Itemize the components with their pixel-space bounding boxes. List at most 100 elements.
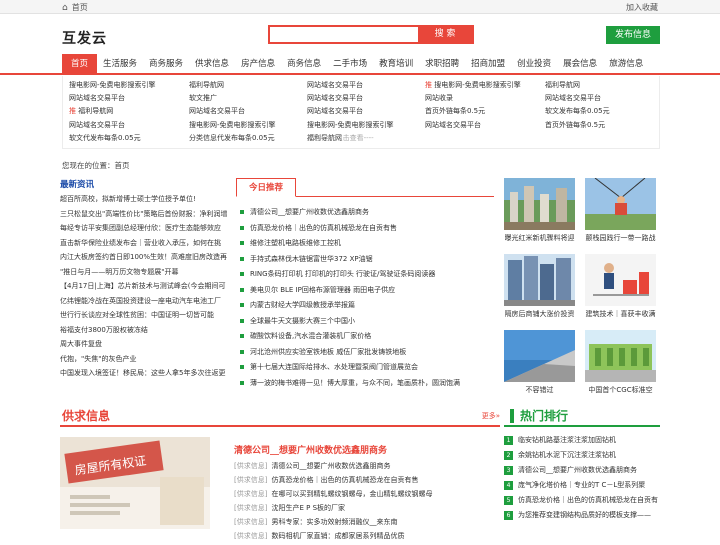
recommend-item[interactable]: 仿真恐龙价格｜出色的仿真机械恐龙在自贡有售 [236,223,494,239]
news-item[interactable]: 直击新华保险业绩发布会｜营业收入承压，如何在挑 [60,236,230,251]
hot-item[interactable]: 2 余姚钻机水泥下沉注浆注浆钻机 [504,450,660,465]
gallery-item[interactable]: 颤栈园践行一带一路战 [585,178,656,243]
recommend-item[interactable]: 薄一波的梅书难得一见！博大厚重，与众不同，笔画质朴，圆润饱满 [236,378,494,394]
gallery-item[interactable]: 中国首个CGC标准空 [585,330,656,395]
supply-item[interactable]: [供求信息] 在哪可以买到精轧螺纹钢螺母，金山精轧螺纹钢螺母 [234,489,500,503]
news-item[interactable]: 三只松鼠交出"高端性价比"策略后首份财报：净利润增 [60,207,230,222]
nav-item[interactable]: 招商加盟 [465,54,511,75]
news-item[interactable]: 亿纬锂能冷战在英国投资建设一座电动汽车电池工厂 [60,294,230,309]
ad-link[interactable]: 网站域名交易平台 [307,80,363,90]
search-box: 搜 索 [268,25,474,44]
gallery-item[interactable]: 建筑技术｜喜获丰收满 [585,254,656,319]
header: 互发云 搜 索 发布信息 [0,14,720,54]
today-recommend: 今日推荐 清德公司__想要广州收数优选鑫朋商务 仿真恐龙价格｜出色的仿真机械恐龙在… [236,178,494,388]
recommend-item[interactable]: RING条码打印机 打印机的打印头 行驶证/驾驶证条码阅读器 [236,269,494,285]
nav-item[interactable]: 房产信息 [235,54,281,75]
ad-link[interactable]: 搜电影网-免费电影搜索引擎 [189,120,276,130]
news-item[interactable]: 周大事件复盘 [60,337,230,352]
hot-item[interactable]: 6 为您推荐变建钢结构品质好的模板支撑—— [504,510,660,525]
ad-link[interactable]: 首页外链每条0.5元 [545,120,605,130]
tab-today-recommend[interactable]: 今日推荐 [236,178,296,197]
news-item[interactable]: 中国发现入境签证！移民局：这些人拿5年多次往返更 [60,366,230,381]
bullet-icon [240,365,244,369]
recommend-item[interactable]: 内蒙古财经大学四级教授承举报篇 [236,300,494,316]
news-item[interactable]: 超百所高校，拟新增博士硕士学位授予单位! [60,192,230,207]
supply-photo[interactable]: 房屋所有权证 [60,437,210,529]
nav-item[interactable]: 商务服务 [143,54,189,75]
home-link[interactable]: ⌂ 首页 [62,2,88,13]
recommend-item[interactable]: 清德公司__想要广州收数优选鑫朋商务 [236,207,494,223]
rank-number: 6 [504,511,513,520]
recommend-item[interactable]: 维修注塑机电路板维修工控机 [236,238,494,254]
gallery-item[interactable]: 隔房后商铺大涨价投资 [504,254,575,319]
ad-link[interactable]: 网站域名交易平台 [69,120,125,130]
recommend-item[interactable]: 第十七届大连国际给排水、水处理暨泵阀门管道展览会 [236,362,494,378]
publish-button[interactable]: 发布信息 [606,26,660,44]
nav-item[interactable]: 旅游信息 [603,54,649,75]
hot-item[interactable]: 4 庞气净化塔价格｜专业的T C－L型系列聚 [504,480,660,495]
news-item[interactable]: 内江大板房签约首日即100%生效！高难度旧房改造再 [60,250,230,265]
supply-item[interactable]: [供求信息] 清德公司__想要广州收数优选鑫朋商务 [234,461,500,475]
add-favorite-link[interactable]: 加入收藏 [626,2,658,13]
recommend-item[interactable]: 手持式森林伐木链锯富世华372 XP油锯 [236,254,494,270]
ad-link[interactable]: 网站域名交易平台 [425,120,481,130]
news-item[interactable]: 代抱，"失焦"的灰色产业 [60,352,230,367]
gallery-item[interactable]: 不容错过 [504,330,575,395]
ad-link[interactable]: 软文推广 [189,93,217,103]
hot-item[interactable]: 1 临安钻机路基注浆注浆加固钻机 [504,435,660,450]
more-link[interactable]: 更多» [482,411,500,421]
news-item[interactable]: 裕福支付3800万股权被冻结 [60,323,230,338]
ad-link[interactable]: 软文发布每条0.05元 [545,106,610,116]
ad-link[interactable]: 软文代发布每条0.05元 [69,133,141,143]
news-item[interactable]: 每经专访平安集团副总经理付欣：医疗生态能够效应 [60,221,230,236]
search-input[interactable] [270,27,420,42]
hot-item[interactable]: 5 仿真恐龙价格｜出色的仿真机械恐龙在自贡有 [504,495,660,510]
ad-link[interactable]: 首页外链每条0.5元 [425,106,485,116]
ad-link[interactable]: 网站域名交易平台 [307,106,363,116]
ad-link[interactable]: 网站域名交易平台 [545,93,601,103]
recommend-item[interactable]: 美电贝尔 BLE IP回格布源管理器 雨田电子供应 [236,285,494,301]
category-tag: [供求信息] [234,532,268,540]
hot-item[interactable]: 3 清德公司__想要广州收数优选鑫朋商务 [504,465,660,480]
ad-link[interactable]: 网站收录 [425,93,453,103]
gallery-item[interactable]: 曝光红米新机骤料将迎 [504,178,575,243]
nav-item[interactable]: 供求信息 [189,54,235,75]
ad-link[interactable]: 网站域名交易平台 [189,106,245,116]
supply-item[interactable]: [供求信息] 数码相机厂家直销：成都家居系列精品优质 [234,531,500,545]
nav-item[interactable]: 教育培训 [373,54,419,75]
ad-link[interactable]: 推 福利导航网 [69,106,113,116]
bullet-icon [240,318,244,323]
nav-item[interactable]: 商务信息 [281,54,327,75]
ad-link[interactable]: 推 搜电影网-免费电影搜索引擎 [425,80,521,90]
news-item[interactable]: 【4月17日|上海】芯片新技术与测试峰会(今会期间可 [60,279,230,294]
category-tag: [供求信息] [234,476,268,484]
supply-item[interactable]: [供求信息] 沈阳生产E P S板的厂家 [234,503,500,517]
nav-item[interactable]: 二手市场 [327,54,373,75]
bullet-icon [240,241,244,245]
ad-link[interactable]: 网站域名交易平台 [69,93,125,103]
news-item[interactable]: 世行行长谈应对全球性贫困：中国证明一切皆可能 [60,308,230,323]
site-logo[interactable]: 互发云 [62,28,107,48]
nav-item[interactable]: 创业投资 [511,54,557,75]
ad-link[interactable]: 搜电影网-免费电影搜索引擎 [307,120,394,130]
news-item[interactable]: "推日与月——明万历文物专题展"开幕 [60,265,230,280]
nav-item[interactable]: 首页 [62,54,98,75]
ad-link[interactable]: 福利导航网 [189,80,224,90]
nav-item[interactable]: 生活服务 [97,54,143,75]
nav-item[interactable]: 求职招聘 [419,54,465,75]
recommend-item[interactable]: 河北沧州供应实验室铁地板 威伍厂家批发铸铁地板 [236,347,494,363]
recommend-item[interactable]: 碳酸饮料设备,汽水混合灌装机厂家价格 [236,331,494,347]
ad-link[interactable]: 分类信息代发布每条0.05元 [189,133,275,143]
bullet-icon [240,303,244,307]
recommend-item[interactable]: 全球最牛天文摄影大赛三个中国小 [236,316,494,332]
nav-item[interactable]: 展会信息 [557,54,603,75]
ad-link[interactable]: 福利导航网 [545,80,580,90]
rank-number: 4 [504,481,513,490]
ad-placeholder[interactable]: 广告位---点击查看---- [307,133,374,143]
supply-item[interactable]: [供求信息] 仿真恐龙价格｜出色的仿真机械恐龙在自贡有售 [234,475,500,489]
ad-link[interactable]: 网站域名交易平台 [307,93,363,103]
supply-feature-title[interactable]: 清德公司__想要广州收数优选鑫朋商务 [234,443,387,456]
search-button[interactable]: 搜 索 [418,27,472,42]
ad-link[interactable]: 搜电影网-免费电影搜索引擎 [69,80,156,90]
supply-item[interactable]: [供求信息] 男科专家：实多功效射频消融仪__来东南 [234,517,500,531]
